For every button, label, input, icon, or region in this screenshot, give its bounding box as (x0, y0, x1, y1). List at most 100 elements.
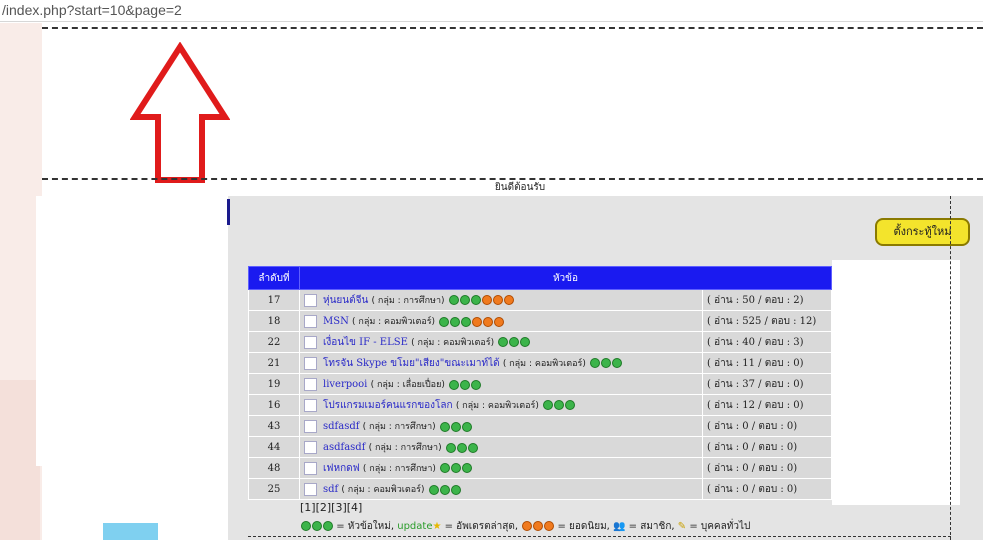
topic-group: ( กลุ่ม : การศึกษา) (362, 463, 436, 474)
topic-link[interactable]: เฟหกดฟ (323, 463, 360, 474)
row-stats: ( อ่าน : 40 / ตอบ : 3) (702, 331, 832, 353)
new-icon (439, 421, 472, 432)
new-icon (542, 400, 576, 411)
row-title-cell: โทรจัน Skype ขโมย"เสียง"ขณะเมาท์ได้ ( กล… (299, 352, 703, 374)
topic-link[interactable]: sdfasdf (323, 421, 359, 432)
topic-group: ( กลุ่ม : เลื่อยเปื่อย) (370, 380, 445, 390)
row-number: 21 (248, 352, 300, 374)
table-row: 43 sdfasdf ( กลุ่ม : การศึกษา) ( อ่าน : 0… (248, 415, 832, 437)
table-row: 44 asdfasdf ( กลุ่ม : การศึกษา) ( อ่าน : … (248, 436, 832, 458)
table-row: 18 MSN ( กลุ่ม : คอมพิวเตอร์) ( อ่าน : 52… (248, 310, 832, 332)
topic-icon (304, 441, 317, 454)
topic-icon (304, 356, 317, 370)
row-title-cell: เงื่อนไข IF - ELSE ( กลุ่ม : คอมพิวเตอร์… (299, 331, 703, 353)
row-number: 44 (248, 436, 300, 458)
legend-new: = หัวข้อใหม่, (336, 521, 395, 532)
legend-general: = บุคคลทั่วไป (689, 521, 751, 532)
row-title-cell: โปรแกรมเมอร์คนแรกของโลก ( กลุ่ม : คอมพิว… (299, 394, 703, 416)
row-stats: ( อ่าน : 525 / ตอบ : 12) (702, 310, 832, 332)
member-icon: 👥 (613, 521, 626, 532)
topic-icon (304, 335, 317, 349)
table-row: 16 โปรแกรมเมอร์คนแรกของโลก ( กลุ่ม : คอมพ… (248, 394, 832, 416)
new-icon (439, 463, 473, 474)
legend-update-word: update (397, 521, 433, 532)
new-icon (300, 521, 333, 532)
topic-link[interactable]: โทรจัน Skype ขโมย"เสียง"ขณะเมาท์ได้ (323, 358, 500, 369)
row-title-cell: MSN ( กลุ่ม : คอมพิวเตอร์) (299, 310, 703, 332)
new-icon (589, 358, 623, 369)
topic-link[interactable]: หุ่นยนต์จีน (323, 295, 368, 306)
topic-link[interactable]: liverpooi (323, 379, 367, 390)
col-header-title: หัวข้อ (299, 266, 832, 290)
topic-link[interactable]: เงื่อนไข IF - ELSE (323, 337, 408, 348)
row-number: 48 (248, 457, 300, 479)
topic-link[interactable]: asdfasdf (323, 442, 365, 453)
right-border (950, 196, 951, 540)
row-stats: ( อ่าน : 0 / ตอบ : 0) (702, 436, 832, 458)
topic-group: ( กลุ่ม : คอมพิวเตอร์) (411, 337, 495, 348)
topic-group: ( กลุ่ม : คอมพิวเตอร์) (502, 358, 586, 369)
up-arrow-icon (130, 42, 230, 183)
topic-icon (304, 315, 317, 328)
topic-link[interactable]: sdf (323, 484, 338, 495)
row-stats: ( อ่าน : 50 / ตอบ : 2) (702, 289, 832, 311)
new-icon (448, 295, 481, 306)
topic-icon (304, 378, 317, 391)
row-title-cell: asdfasdf ( กลุ่ม : การศึกษา) (299, 436, 703, 458)
popular-icon (481, 295, 514, 306)
row-number: 17 (248, 289, 300, 311)
row-stats: ( อ่าน : 11 / ตอบ : 0) (702, 352, 832, 374)
row-stats: ( อ่าน : 0 / ตอบ : 0) (702, 415, 832, 437)
row-title-cell: เฟหกดฟ ( กลุ่ม : การศึกษา) (299, 457, 703, 479)
row-stats: ( อ่าน : 37 / ตอบ : 0) (702, 373, 832, 395)
left-panel (36, 196, 228, 466)
bottom-border (248, 536, 951, 537)
welcome-text: ยินดีต้อนรับ (494, 182, 546, 193)
table-row: 19 liverpooi ( กลุ่ม : เลื่อยเปื่อย) ( อ่… (248, 373, 832, 395)
topic-icon (304, 398, 317, 412)
address-bar[interactable]: /index.php?start=10&page=2 (0, 0, 983, 22)
popular-icon (471, 316, 505, 327)
top-divider (42, 27, 983, 29)
legend-member: = สมาชิก, (628, 521, 675, 532)
topic-group: ( กลุ่ม : การศึกษา) (368, 443, 442, 453)
row-title-cell: หุ่นยนต์จีน ( กลุ่ม : การศึกษา) (299, 289, 703, 311)
new-icon (438, 316, 472, 327)
topic-table: ลำดับที่ หัวข้อ 17 หุ่นยนต์จีน ( กลุ่ม : … (248, 266, 832, 500)
new-icon (445, 442, 478, 453)
row-number: 22 (248, 331, 300, 353)
row-stats: ( อ่าน : 0 / ตอบ : 0) (702, 457, 832, 479)
topic-icon (304, 483, 317, 496)
row-stats: ( อ่าน : 12 / ตอบ : 0) (702, 394, 832, 416)
legend-popular: = ยอดนิยม, (557, 521, 610, 532)
table-row: 48 เฟหกดฟ ( กลุ่ม : การศึกษา) ( อ่าน : 0 … (248, 457, 832, 479)
col-header-no: ลำดับที่ (248, 266, 300, 290)
row-number: 25 (248, 478, 300, 500)
new-topic-button[interactable]: ตั้งกระทู้ใหม่ (875, 218, 970, 246)
star-icon: ★ (432, 521, 442, 532)
topic-group: ( กลุ่ม : คอมพิวเตอร์) (352, 317, 436, 327)
topic-icon (304, 293, 317, 307)
new-icon (428, 484, 461, 495)
row-number: 16 (248, 394, 300, 416)
row-number: 19 (248, 373, 300, 395)
cyan-block (103, 523, 158, 540)
legend-update: = อัพเดรตล่าสุด, (444, 521, 519, 532)
row-stats: ( อ่าน : 0 / ตอบ : 0) (702, 478, 832, 500)
table-row: 21 โทรจัน Skype ขโมย"เสียง"ขณะเมาท์ได้ ( … (248, 352, 832, 374)
table-row: 17 หุ่นยนต์จีน ( กลุ่ม : การศึกษา) ( อ่าน… (248, 289, 832, 311)
pagination[interactable]: [1][2][3][4] (300, 501, 362, 514)
left-background-image (0, 380, 40, 540)
topic-group: ( กลุ่ม : การศึกษา) (371, 295, 445, 306)
topic-link[interactable]: MSN (323, 316, 349, 327)
topic-group: ( กลุ่ม : คอมพิวเตอร์) (455, 400, 539, 411)
new-icon (448, 379, 482, 390)
table-row: 22 เงื่อนไข IF - ELSE ( กลุ่ม : คอมพิวเตอ… (248, 331, 832, 353)
topic-group: ( กลุ่ม : การศึกษา) (362, 422, 436, 432)
popular-icon (521, 521, 555, 532)
topic-icon (304, 461, 317, 475)
guest-icon: ✎ (677, 521, 687, 532)
row-number: 18 (248, 310, 300, 332)
topic-link[interactable]: โปรแกรมเมอร์คนแรกของโลก (323, 400, 453, 411)
topic-group: ( กลุ่ม : คอมพิวเตอร์) (341, 485, 425, 495)
